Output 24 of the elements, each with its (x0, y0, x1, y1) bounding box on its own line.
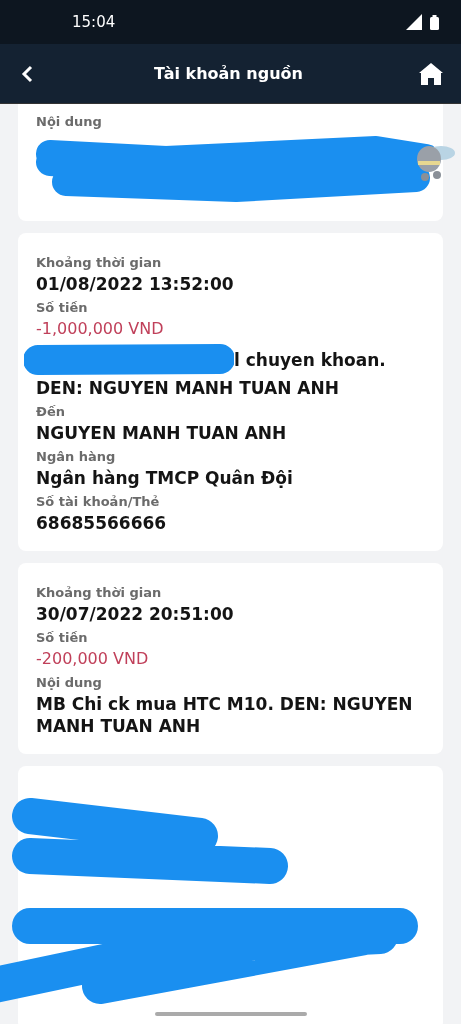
field-label: Số tiền (36, 629, 89, 647)
field-value: DEN: NGUYEN MANH TUAN ANH (36, 377, 340, 399)
field-value: MB Chi ck mua HTC M10. DEN: NGUYEN MANH TUAN ANH (36, 693, 414, 737)
signal-icon (406, 14, 422, 30)
field-value: 30/07/2022 20:51:00 (36, 603, 235, 625)
amount-value: -1,000,000 VND (36, 318, 165, 340)
field-label: Ngân hàng (36, 448, 117, 466)
field-label: Nội dung (36, 113, 103, 131)
field-value: l chuyen khoan. (234, 349, 386, 371)
field-label: Số tài khoản/Thẻ (36, 493, 161, 511)
field-value: 01/08/2022 13:52:00 (36, 273, 235, 295)
field-label: Khoảng thời gian (36, 584, 163, 602)
field-label: Đến (36, 403, 66, 421)
field-value: NGUYEN MANH TUAN ANH (36, 422, 288, 444)
field-label: Khoảng thời gian (36, 254, 163, 272)
home-icon (419, 61, 443, 86)
field-label: Nội dung (36, 674, 103, 692)
amount-value: -200,000 VND (36, 648, 150, 670)
field-value: Ngân hàng TMCP Quân Đội (36, 467, 294, 489)
status-time: 15:04 (72, 13, 116, 31)
battery-icon (430, 14, 439, 30)
field-label: Số tiền (36, 299, 89, 317)
page-title: Tài khoản nguồn (154, 64, 303, 83)
field-value: 68685566666 (36, 512, 168, 534)
